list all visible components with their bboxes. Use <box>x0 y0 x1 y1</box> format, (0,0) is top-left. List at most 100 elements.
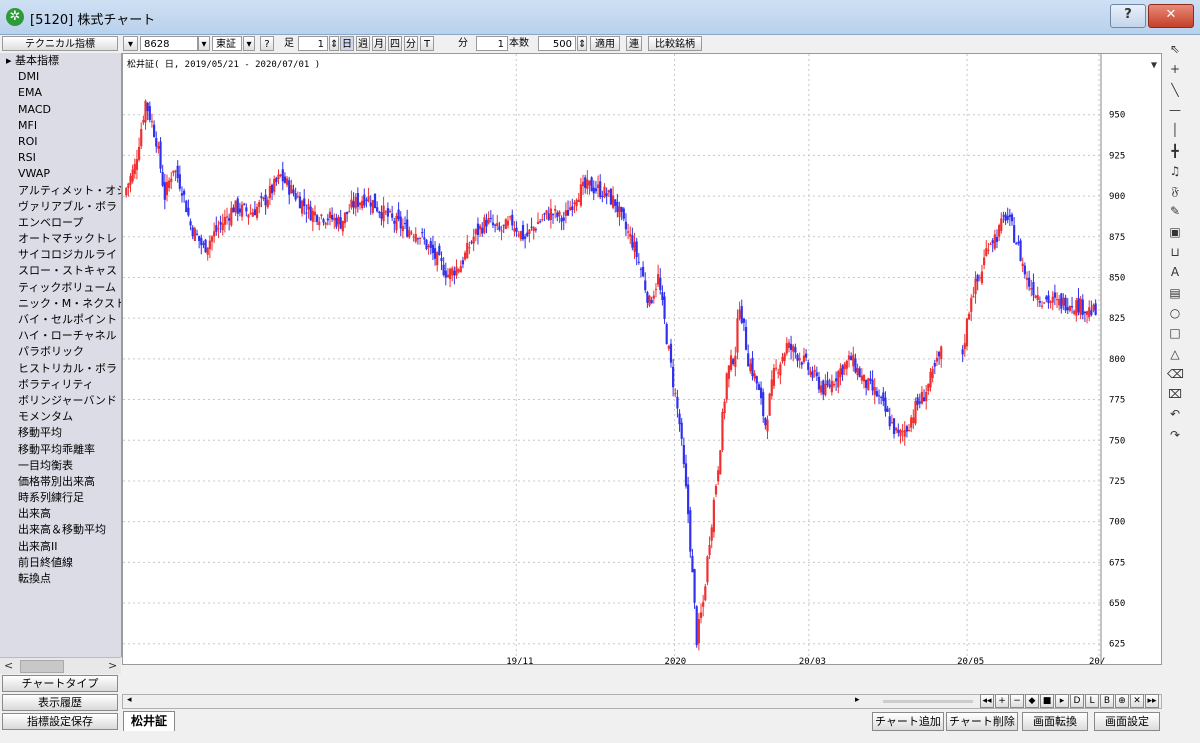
sidebar-item[interactable]: バイ・セルポイント <box>0 312 121 328</box>
close-button[interactable]: ✕ <box>1148 4 1194 28</box>
nav-button[interactable]: ■ <box>1040 694 1054 708</box>
fan-icon[interactable]: ▣ <box>1166 222 1184 240</box>
count-input[interactable]: 500 <box>538 36 576 51</box>
apply-button[interactable]: 適用 <box>590 36 620 51</box>
add-chart-button[interactable]: チャート追加 <box>872 712 944 731</box>
help-button[interactable]: ? <box>1110 4 1146 28</box>
scroll-left-icon[interactable]: < <box>4 659 13 672</box>
nav-button[interactable]: ✕ <box>1130 694 1144 708</box>
sidebar-item[interactable]: 時系列練行足 <box>0 490 121 506</box>
sidebar-item[interactable]: RSI <box>0 150 121 166</box>
redo-icon[interactable]: ↷ <box>1166 425 1184 443</box>
nav-button[interactable]: + <box>995 694 1009 708</box>
crosshair-icon[interactable]: + <box>1166 59 1184 77</box>
undo-icon[interactable]: ↶ <box>1166 404 1184 422</box>
period-input[interactable]: 1 <box>298 36 328 51</box>
eraser-all-icon[interactable]: ⌧ <box>1166 384 1184 402</box>
sidebar-item[interactable]: ボリンジャーバンド <box>0 393 121 409</box>
nav-button[interactable]: ▸▸ <box>1145 694 1159 708</box>
nav-button[interactable]: D <box>1070 694 1084 708</box>
market-select[interactable]: 東証 <box>212 36 242 51</box>
sidebar-item[interactable]: ボラティリティ <box>0 377 121 393</box>
quarter-button[interactable]: 四 <box>388 36 402 51</box>
sidebar-item[interactable]: 出来高＆移動平均 <box>0 522 121 538</box>
sidebar-item[interactable]: ヒストリカル・ボラ <box>0 361 121 377</box>
sidebar-item[interactable]: 移動平均 <box>0 425 121 441</box>
scroll-right-button[interactable]: ▸ <box>855 695 860 705</box>
nav-button[interactable]: ⊕ <box>1115 694 1129 708</box>
cross-line-icon[interactable]: ╋ <box>1166 141 1184 159</box>
scroll-thumb[interactable] <box>20 660 64 673</box>
sidebar-item[interactable]: ヴァリアブル・ボラ <box>0 199 121 215</box>
sidebar-item[interactable]: 一目均衡表 <box>0 458 121 474</box>
nav-button[interactable]: ◂◂ <box>980 694 994 708</box>
tab-matsui[interactable]: 松井証 <box>123 711 175 731</box>
magnet-icon[interactable]: ⊔ <box>1166 242 1184 260</box>
period-stepper[interactable]: ⇕ <box>329 36 339 51</box>
code-input[interactable]: 8628 <box>140 36 198 51</box>
pen-icon[interactable]: ✎ <box>1166 201 1184 219</box>
triangle-icon[interactable]: △ <box>1166 344 1184 362</box>
sidebar-item[interactable]: 移動平均乖離率 <box>0 442 121 458</box>
count-stepper[interactable]: ⇕ <box>577 36 587 51</box>
nav-button[interactable]: ▸ <box>1055 694 1069 708</box>
bell-icon[interactable]: ♫ <box>1166 161 1184 179</box>
chevron-down-icon[interactable]: ▾ <box>123 36 138 51</box>
indicator-menu-button[interactable]: テクニカル指標 <box>2 36 118 51</box>
rect-fill-icon[interactable]: ▤ <box>1166 283 1184 301</box>
eraser-icon[interactable]: ⌫ <box>1166 364 1184 382</box>
zoom-slider[interactable] <box>883 700 973 703</box>
history-button[interactable]: 表示履歴 <box>2 694 118 711</box>
ellipse-icon[interactable]: ○ <box>1166 303 1184 321</box>
month-button[interactable]: 月 <box>372 36 386 51</box>
sidebar-item[interactable]: エンベロープ <box>0 215 121 231</box>
sidebar-item[interactable]: MACD <box>0 102 121 118</box>
code-dropdown-icon[interactable]: ▾ <box>198 36 210 51</box>
market-dropdown-icon[interactable]: ▾ <box>243 36 255 51</box>
hline-icon[interactable]: — <box>1166 100 1184 118</box>
indicator-group-header[interactable]: ▸ 基本指標 <box>0 53 121 69</box>
scroll-left-button[interactable]: ◂ <box>127 695 132 705</box>
sidebar-item[interactable]: アルティメット・オシ <box>0 183 121 199</box>
switch-screen-button[interactable]: 画面転換 <box>1022 712 1088 731</box>
delete-chart-button[interactable]: チャート削除 <box>946 712 1018 731</box>
sidebar-item[interactable]: ニック・M・ネクスト <box>0 296 121 312</box>
day-button[interactable]: 日 <box>340 36 354 51</box>
sidebar-item[interactable]: モメンタム <box>0 409 121 425</box>
save-settings-button[interactable]: 指標設定保存 <box>2 713 118 730</box>
week-button[interactable]: 週 <box>356 36 370 51</box>
fib-icon[interactable]: 𝔉 <box>1166 181 1184 199</box>
sidebar-item[interactable]: オートマチックトレ <box>0 231 121 247</box>
sidebar-item[interactable]: ティックボリューム <box>0 280 121 296</box>
sidebar-item[interactable]: VWAP <box>0 166 121 182</box>
nav-button[interactable]: − <box>1010 694 1024 708</box>
scroll-right-icon[interactable]: > <box>108 659 117 672</box>
nav-button[interactable]: B <box>1100 694 1114 708</box>
chart-panel[interactable]: 松井証( 日, 2019/05/21 - 2020/07/01 ) ▼ 950 9… <box>122 53 1162 667</box>
sidebar-item[interactable]: サイコロジカルライ <box>0 247 121 263</box>
sidebar-item[interactable]: 出来高II <box>0 539 121 555</box>
vline-icon[interactable]: │ <box>1166 120 1184 138</box>
cursor-icon[interactable]: ⇖ <box>1166 39 1184 57</box>
minute-input[interactable]: 1 <box>476 36 508 51</box>
sidebar-item[interactable]: 前日終値線 <box>0 555 121 571</box>
sidebar-item[interactable]: 出来高 <box>0 506 121 522</box>
screen-settings-button[interactable]: 画面設定 <box>1094 712 1160 731</box>
sidebar-item[interactable]: スロー・ストキャス <box>0 263 121 279</box>
nav-button[interactable]: L <box>1085 694 1099 708</box>
sidebar-item[interactable]: パラボリック <box>0 344 121 360</box>
question-button[interactable]: ? <box>260 36 274 51</box>
sidebar-item[interactable]: 転換点 <box>0 571 121 587</box>
sidebar-item[interactable]: MFI <box>0 118 121 134</box>
text-icon[interactable]: A <box>1166 262 1184 280</box>
sidebar-item[interactable]: DMI <box>0 69 121 85</box>
sidebar-item[interactable]: 価格帯別出来高 <box>0 474 121 490</box>
sidebar-scrollbar[interactable]: < > <box>0 657 121 674</box>
ren-button[interactable]: 連 <box>626 36 642 51</box>
minute-button[interactable]: 分 <box>404 36 418 51</box>
trendline-icon[interactable]: ╲ <box>1166 80 1184 98</box>
chart-type-button[interactable]: チャートタイプ <box>2 675 118 692</box>
compare-button[interactable]: 比較銘柄 <box>648 36 702 51</box>
candlestick-chart[interactable]: 松井証( 日, 2019/05/21 - 2020/07/01 ) ▼ 950 9… <box>123 54 1161 667</box>
tick-button[interactable]: T <box>420 36 434 51</box>
